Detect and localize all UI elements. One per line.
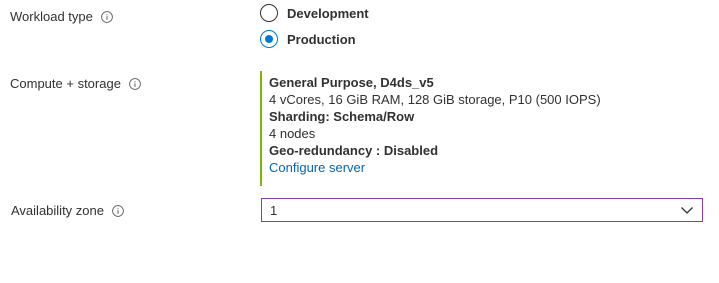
workload-type-label: Workload type (10, 9, 93, 24)
compute-storage-label-row: Compute + storage (10, 76, 141, 91)
development-radio-label: Development (287, 5, 369, 21)
compute-tier: General Purpose, D4ds_v5 (269, 75, 434, 90)
info-icon[interactable] (112, 204, 124, 217)
compute-storage-label: Compute + storage (10, 76, 121, 91)
geo-redundancy-info: Geo-redundancy : Disabled (269, 143, 439, 158)
workload-option-development[interactable]: Development (260, 4, 369, 22)
availability-zone-value: 1 (270, 202, 278, 218)
availability-zone-label-row: Availability zone (11, 203, 124, 218)
server-configuration-form: Workload type Development Production Com… (0, 0, 719, 283)
development-radio[interactable] (260, 4, 278, 22)
workload-type-label-row: Workload type (10, 9, 113, 24)
compute-specs: 4 vCores, 16 GiB RAM, 128 GiB storage, P… (269, 92, 601, 107)
compute-summary: General Purpose, D4ds_v5 4 vCores, 16 Gi… (260, 71, 601, 186)
production-radio-label: Production (287, 31, 356, 47)
workload-option-production[interactable]: Production (260, 30, 356, 48)
production-radio[interactable] (260, 30, 278, 48)
availability-zone-label: Availability zone (11, 203, 104, 218)
chevron-down-icon[interactable] (680, 203, 694, 217)
info-icon[interactable] (101, 10, 113, 23)
availability-zone-select[interactable]: 1 (261, 198, 703, 222)
sharding-info: Sharding: Schema/Row (269, 109, 415, 124)
configure-server-link[interactable]: Configure server (269, 159, 365, 176)
node-count: 4 nodes (269, 126, 316, 141)
info-icon[interactable] (129, 77, 141, 90)
